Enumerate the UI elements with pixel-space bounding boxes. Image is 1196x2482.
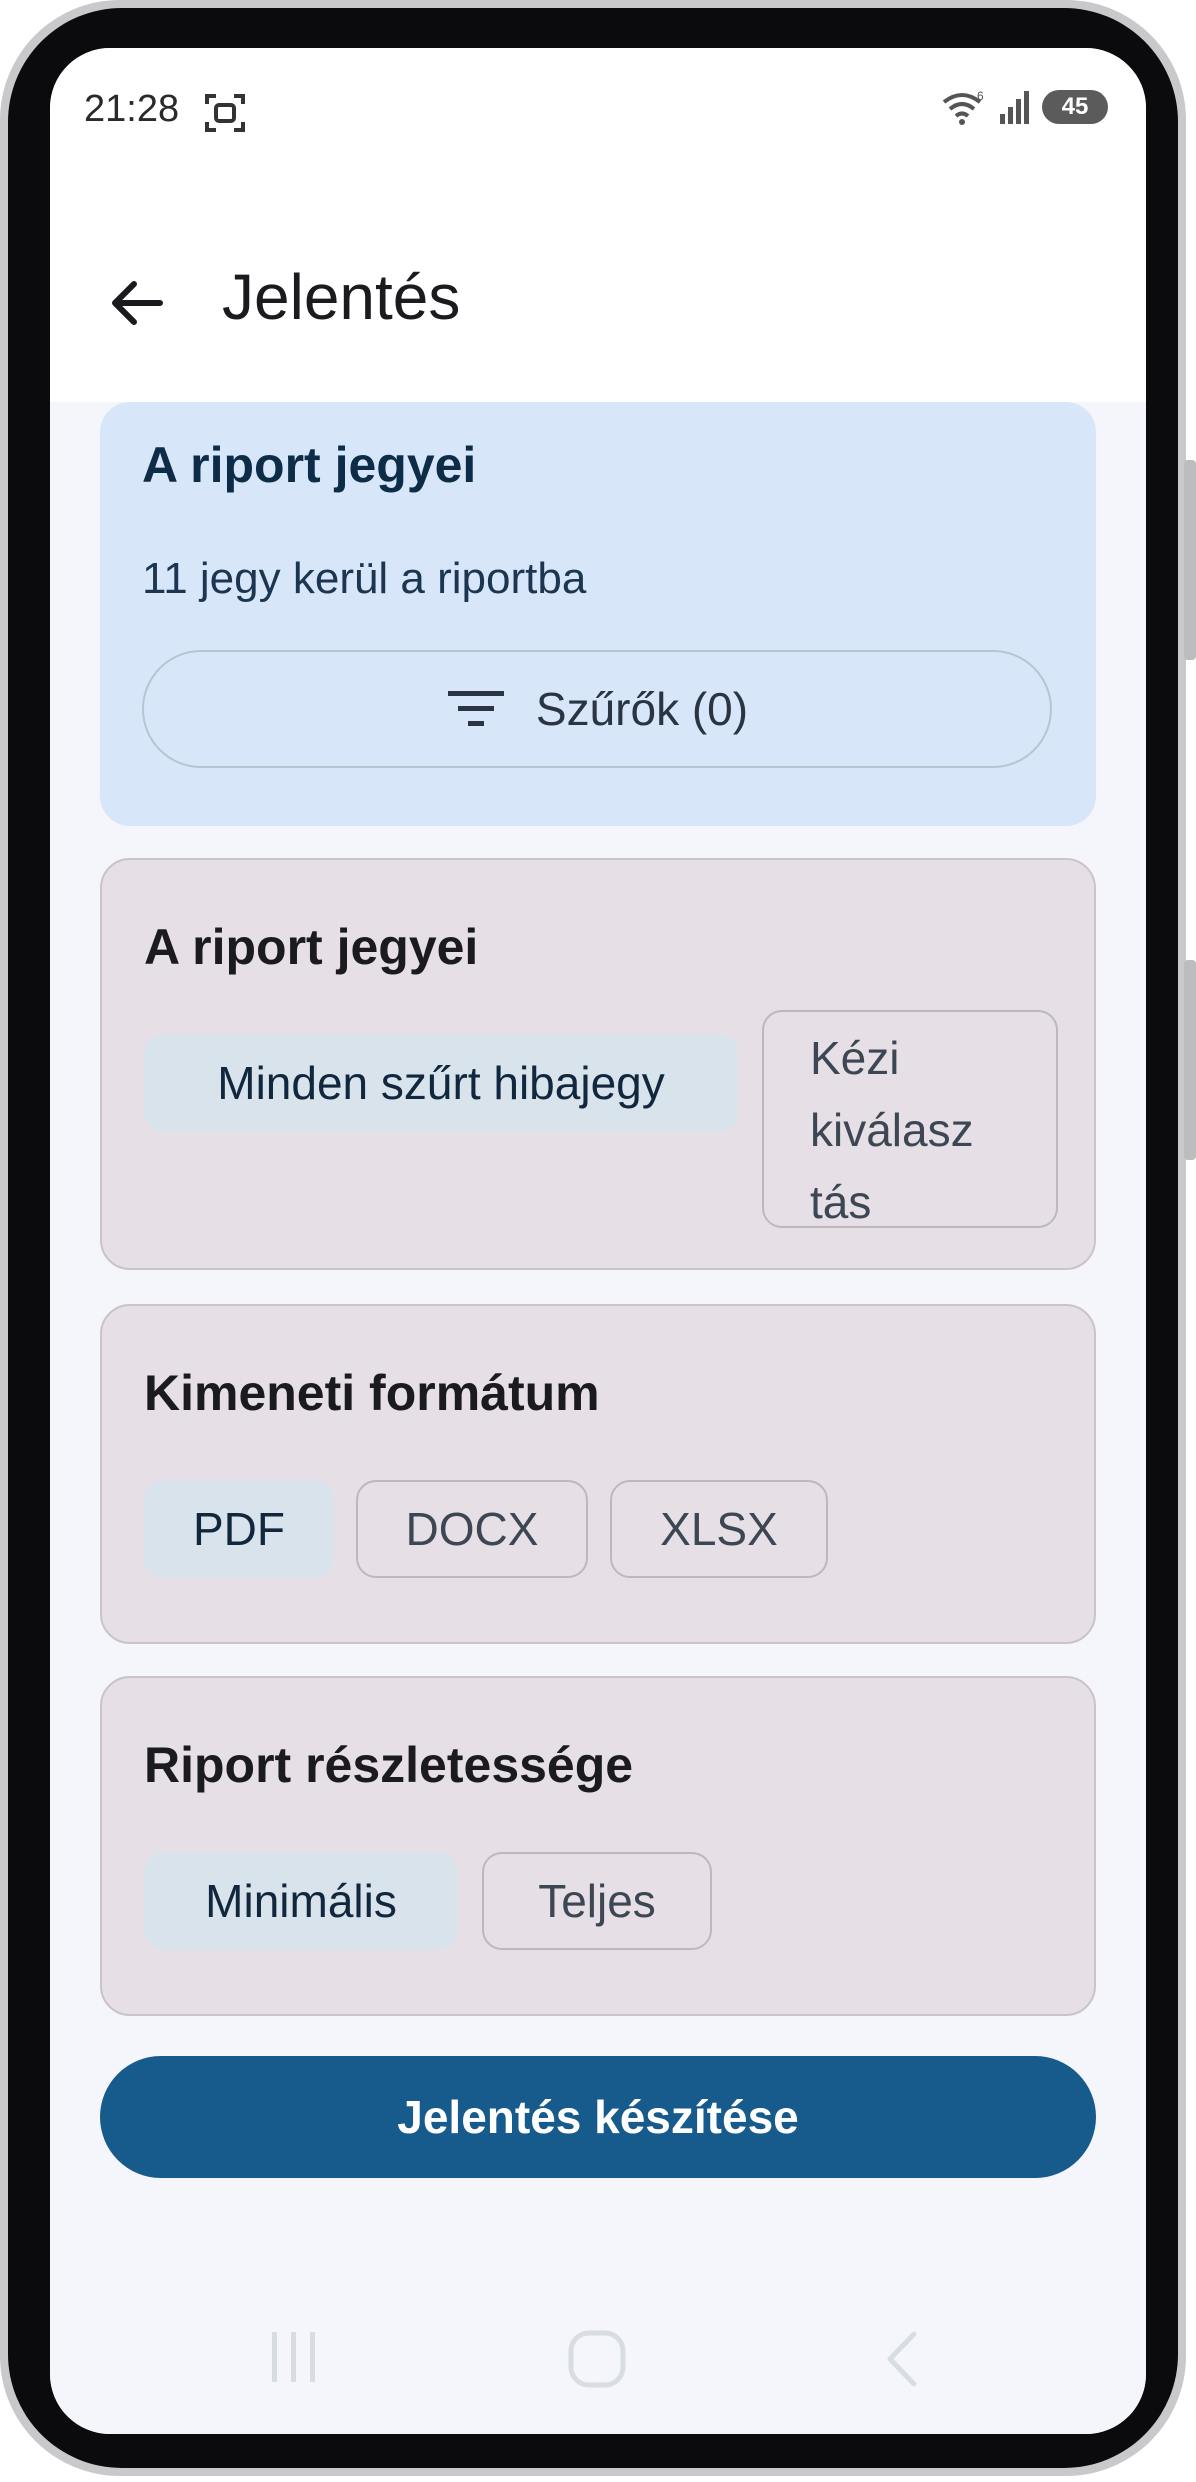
option-manual-selection-line: kiválasz bbox=[810, 1104, 974, 1156]
ticket-selection-title: A riport jegyei bbox=[144, 919, 479, 975]
home-icon[interactable] bbox=[566, 2328, 628, 2390]
option-all-filtered-tickets[interactable]: Minden szűrt hibajegy bbox=[144, 1034, 738, 1132]
detail-full-chip[interactable]: Teljes bbox=[482, 1852, 712, 1950]
detail-minimal-chip[interactable]: Minimális bbox=[144, 1852, 458, 1950]
arrow-back-icon[interactable] bbox=[100, 266, 174, 340]
back-nav-icon[interactable] bbox=[880, 2328, 924, 2390]
option-manual-selection-line: Kézi bbox=[810, 1032, 900, 1084]
output-format-title: Kimeneti formátum bbox=[144, 1365, 600, 1421]
report-detail-card: Riport részletessége Minimális Teljes bbox=[100, 1676, 1096, 2016]
page-title: Jelentés bbox=[222, 261, 461, 333]
svg-text:6: 6 bbox=[977, 89, 984, 103]
wifi-icon: 6 bbox=[942, 89, 984, 125]
recent-apps-icon[interactable] bbox=[266, 2328, 322, 2386]
volume-button bbox=[1184, 460, 1196, 660]
generate-report-button[interactable]: Jelentés készítése bbox=[100, 2056, 1096, 2178]
app-bar: Jelentés bbox=[50, 168, 1146, 402]
screenshot-icon bbox=[205, 94, 245, 132]
status-time: 21:28 bbox=[84, 88, 180, 130]
format-docx-chip[interactable]: DOCX bbox=[356, 1480, 588, 1578]
filter-icon bbox=[447, 691, 504, 726]
status-bar: 21:28 6 45 bbox=[50, 48, 1146, 168]
tickets-summary-card: A riport jegyei 11 jegy kerül a riportba… bbox=[100, 402, 1096, 826]
tickets-count-text: 11 jegy kerül a riportba bbox=[142, 554, 587, 603]
format-xlsx-chip[interactable]: XLSX bbox=[610, 1480, 828, 1578]
tickets-summary-title: A riport jegyei bbox=[142, 437, 477, 493]
report-detail-title: Riport részletessége bbox=[144, 1737, 634, 1793]
ticket-selection-card: A riport jegyei Minden szűrt hibajegy Ké… bbox=[100, 858, 1096, 1270]
filters-button[interactable]: Szűrők (0) bbox=[142, 650, 1052, 768]
navigation-bar bbox=[50, 2286, 1146, 2434]
option-manual-selection-line: tás bbox=[810, 1176, 872, 1228]
output-format-card: Kimeneti formátum PDF DOCX XLSX bbox=[100, 1304, 1096, 1644]
filters-button-label: Szűrők (0) bbox=[535, 683, 749, 735]
format-pdf-chip[interactable]: PDF bbox=[144, 1480, 334, 1578]
signal-icon bbox=[1000, 91, 1029, 124]
option-manual-selection[interactable]: Kézi kiválasz tás bbox=[762, 1010, 1058, 1228]
battery-icon: 45 bbox=[1042, 90, 1108, 124]
power-button bbox=[1184, 960, 1196, 1160]
screen: 21:28 6 45 Jelentés A riport jegyei 11 j… bbox=[50, 48, 1146, 2434]
